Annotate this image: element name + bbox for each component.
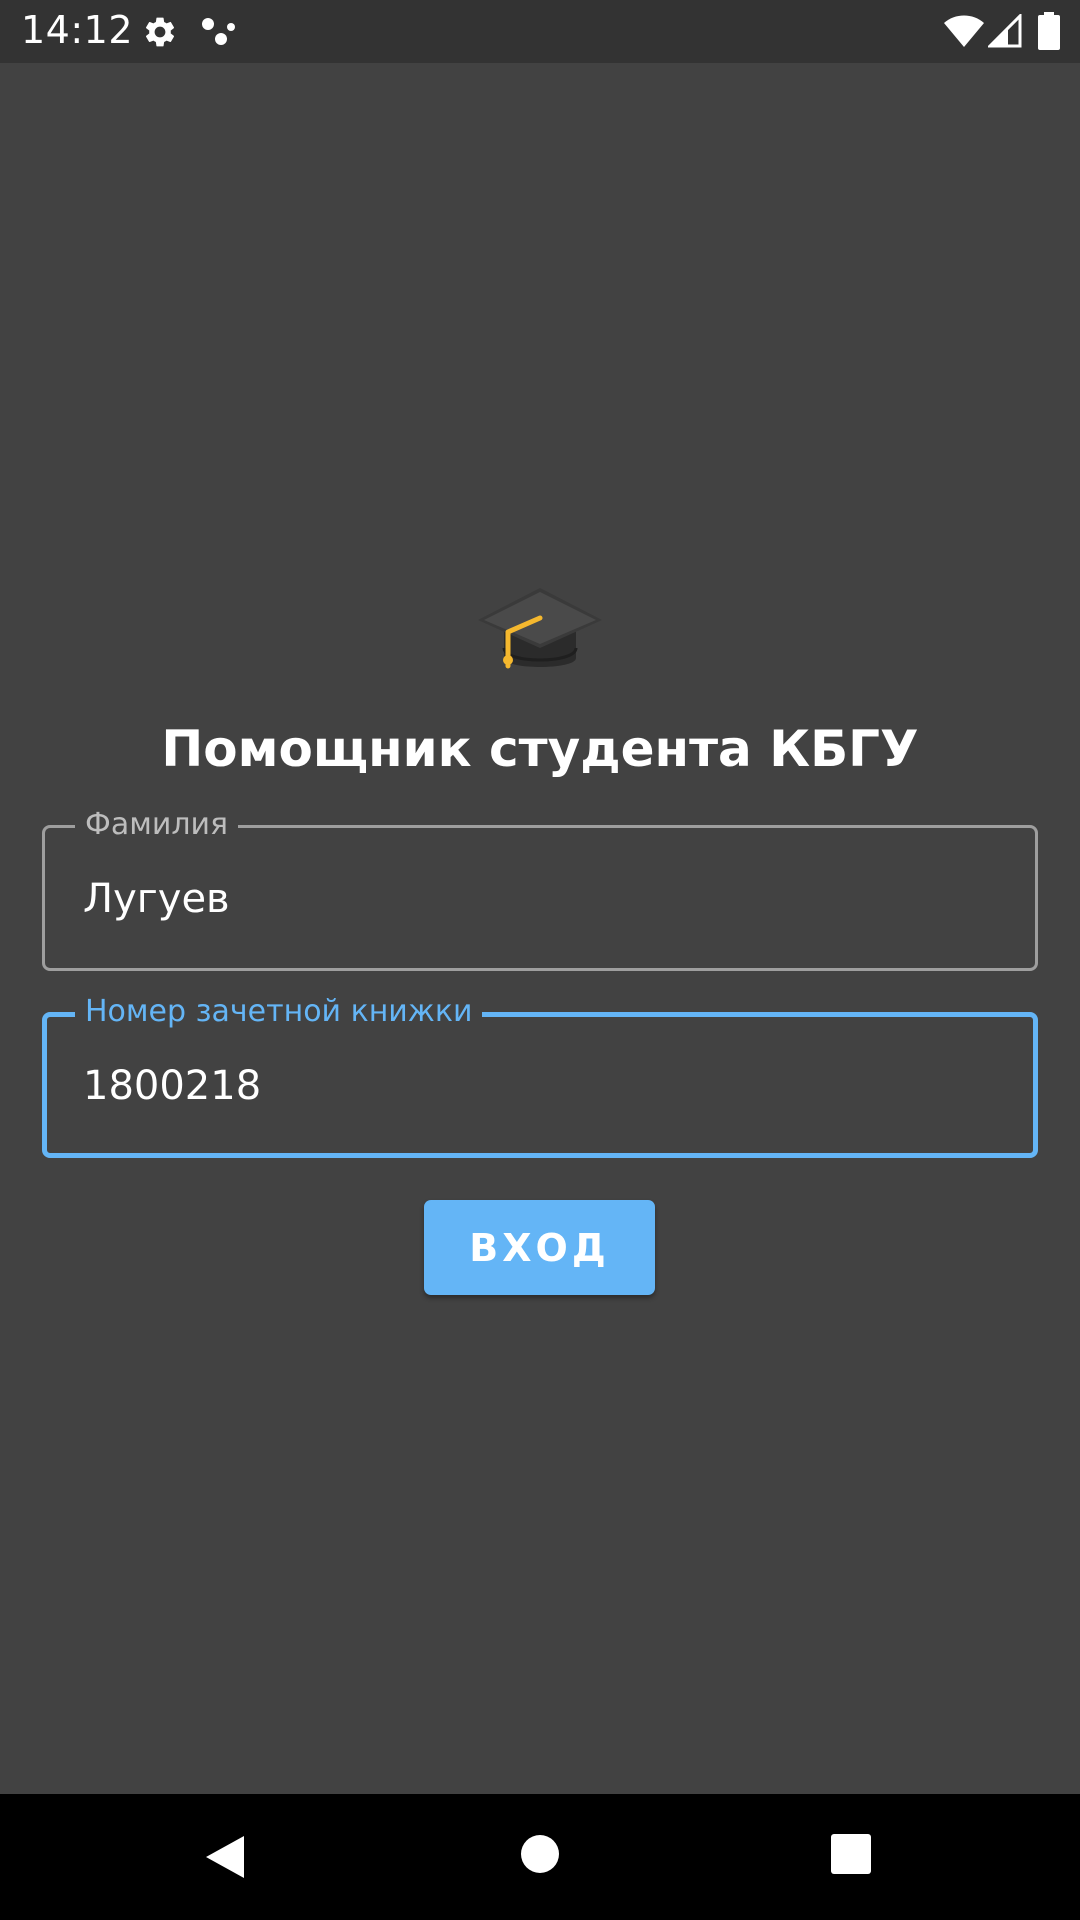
wifi-icon bbox=[944, 15, 984, 47]
back-icon[interactable] bbox=[204, 1834, 246, 1880]
surname-label: Фамилия bbox=[75, 806, 239, 844]
assistant-dots-icon bbox=[202, 18, 235, 45]
navigation-bar bbox=[0, 1794, 1080, 1920]
app-title: Помощник студента КБГУ bbox=[161, 720, 919, 778]
home-icon[interactable] bbox=[520, 1834, 560, 1874]
login-screen: 14:12 Помощник студента КБГУ Фамилия Луг… bbox=[0, 0, 1080, 1920]
record-book-input[interactable]: 1800218 bbox=[83, 1063, 261, 1109]
battery-icon bbox=[1038, 12, 1060, 50]
gear-icon bbox=[145, 17, 175, 47]
graduation-cap-icon bbox=[478, 588, 602, 669]
status-bar: 14:12 bbox=[0, 0, 1080, 63]
surname-input[interactable]: Лугуев bbox=[83, 876, 230, 922]
status-time: 14:12 bbox=[21, 8, 134, 52]
recents-icon[interactable] bbox=[831, 1834, 871, 1874]
record-book-label: Номер зачетной книжки bbox=[75, 993, 483, 1031]
record-book-field[interactable]: Номер зачетной книжки 1800218 bbox=[42, 993, 1038, 1158]
signal-icon bbox=[988, 14, 1022, 48]
surname-field[interactable]: Фамилия Лугуев bbox=[42, 806, 1038, 971]
login-button[interactable]: ВХОД bbox=[424, 1200, 655, 1295]
